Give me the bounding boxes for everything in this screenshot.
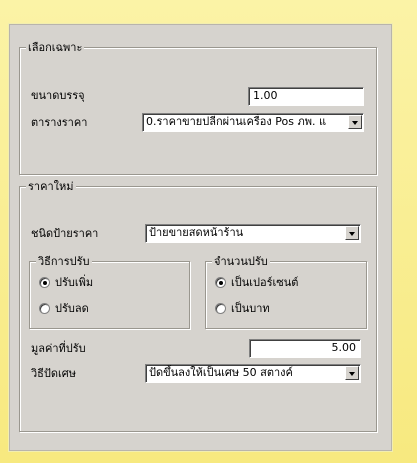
- price-tag-type-dropdown-button[interactable]: [345, 226, 359, 240]
- chevron-down-icon: [349, 372, 355, 376]
- price-table-dropdown[interactable]: 0.ราคาขายปลีกผ่านเครื่อง Pos ภพ. แ: [142, 113, 364, 132]
- rounding-method-dropdown[interactable]: ปัดขึ้นลงให้เป็นเศษ 50 สตางค์: [145, 364, 361, 383]
- adjust-amount-group: จำนวนปรับ เป็นเปอร์เซนต์ เป็นบาท: [205, 255, 367, 329]
- price-table-dropdown-button[interactable]: [348, 115, 362, 129]
- radio-unselected-icon: [39, 303, 50, 314]
- package-size-input[interactable]: 1.00: [248, 87, 364, 106]
- select-specific-group: เลือกเฉพาะ ขนาดบรรจุ 1.00 ตารางราคา 0.รา…: [19, 41, 377, 175]
- rounding-method-label: วิธีปัดเศษ: [31, 367, 77, 380]
- radio-unselected-icon: [215, 303, 226, 314]
- package-size-label: ขนาดบรรจุ: [31, 89, 85, 102]
- adjust-value-label: มูลค่าที่ปรับ: [31, 342, 86, 355]
- price-tag-type-label: ชนิดป้ายราคา: [31, 227, 99, 240]
- settings-panel: เลือกเฉพาะ ขนาดบรรจุ 1.00 ตารางราคา 0.รา…: [9, 24, 392, 451]
- adjust-method-title: วิธีการปรับ: [36, 255, 92, 268]
- radio-selected-icon: [39, 277, 50, 288]
- chevron-down-icon: [352, 121, 358, 125]
- adjust-percent-label: เป็นเปอร์เซนต์: [231, 276, 299, 289]
- price-table-value: 0.ราคาขายปลีกผ่านเครื่อง Pos ภพ. แ: [146, 115, 327, 128]
- adjust-amount-title: จำนวนปรับ: [212, 255, 270, 268]
- price-tag-type-value: ป้ายขายสดหน้าร้าน: [149, 226, 244, 239]
- price-table-label: ตารางราคา: [31, 116, 88, 129]
- price-tag-type-dropdown[interactable]: ป้ายขายสดหน้าร้าน: [145, 224, 361, 243]
- radio-selected-icon: [215, 277, 226, 288]
- adjust-method-group: วิธีการปรับ ปรับเพิ่ม ปรับลด: [29, 255, 190, 329]
- adjust-increase-label: ปรับเพิ่ม: [55, 276, 94, 289]
- chevron-down-icon: [349, 232, 355, 236]
- new-price-group: ราคาใหม่ ชนิดป้ายราคา ป้ายขายสดหน้าร้าน …: [19, 180, 377, 432]
- adjust-decrease-label: ปรับลด: [55, 302, 89, 315]
- rounding-method-value: ปัดขึ้นลงให้เป็นเศษ 50 สตางค์: [149, 366, 293, 379]
- select-specific-group-title: เลือกเฉพาะ: [26, 41, 85, 54]
- rounding-method-dropdown-button[interactable]: [345, 366, 359, 380]
- new-price-group-title: ราคาใหม่: [26, 180, 76, 193]
- adjust-value-input[interactable]: 5.00: [249, 339, 361, 358]
- adjust-baht-label: เป็นบาท: [231, 302, 270, 315]
